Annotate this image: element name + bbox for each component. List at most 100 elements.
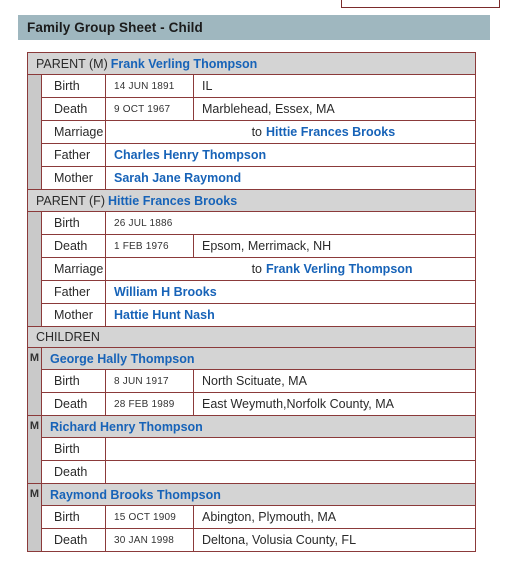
child-name-link[interactable]: Raymond Brooks Thompson bbox=[50, 488, 221, 502]
gutter-cell bbox=[27, 392, 42, 416]
gutter-cell bbox=[27, 143, 42, 167]
family-group-sheet-table: PARENT (M) Frank Verling Thompson Birth 1… bbox=[27, 52, 476, 552]
gutter-cell bbox=[27, 97, 42, 121]
table-row: Birth 15 OCT 1909 Abington, Plymouth, MA bbox=[27, 505, 476, 529]
parent-m-death-label: Death bbox=[41, 97, 106, 121]
table-row: Birth 14 JUN 1891 IL bbox=[27, 74, 476, 98]
parent-m-marriage-label: Marriage bbox=[41, 120, 106, 144]
table-row: Mother Sarah Jane Raymond bbox=[27, 166, 476, 190]
parent-f-death-label: Death bbox=[41, 234, 106, 258]
parent-m-mother-cell: Sarah Jane Raymond bbox=[105, 166, 476, 190]
parent-f-death-date: 1 FEB 1976 bbox=[105, 234, 194, 258]
gutter-cell bbox=[27, 369, 42, 393]
child-death-place: East Weymuth,Norfolk County, MA bbox=[193, 392, 476, 416]
parent-m-mother-link[interactable]: Sarah Jane Raymond bbox=[114, 171, 241, 185]
parent-f-father-label: Father bbox=[41, 280, 106, 304]
child-birth-value bbox=[105, 437, 476, 461]
parent-m-birth-date: 14 JUN 1891 bbox=[105, 74, 194, 98]
parent-f-mother-cell: Hattie Hunt Nash bbox=[105, 303, 476, 327]
child-death-label: Death bbox=[41, 460, 106, 484]
parent-m-father-label: Father bbox=[41, 143, 106, 167]
parent-f-role: PARENT (F) bbox=[36, 193, 105, 208]
parent-m-father-link[interactable]: Charles Henry Thompson bbox=[114, 148, 266, 162]
table-row: Death bbox=[27, 460, 476, 484]
table-row: Death 9 OCT 1967 Marblehead, Essex, MA bbox=[27, 97, 476, 121]
gutter-cell bbox=[27, 166, 42, 190]
children-heading: CHILDREN bbox=[27, 326, 476, 348]
child-name-link[interactable]: Richard Henry Thompson bbox=[50, 420, 203, 434]
child-name-link[interactable]: George Hally Thompson bbox=[50, 352, 194, 366]
table-row: Marriage to Frank Verling Thompson bbox=[27, 257, 476, 281]
gutter-cell bbox=[27, 437, 42, 461]
parent-f-birth-date: 26 JUL 1886 bbox=[105, 211, 476, 235]
table-row: Death 1 FEB 1976 Epsom, Merrimack, NH bbox=[27, 234, 476, 258]
parent-m-mother-label: Mother bbox=[41, 166, 106, 190]
parent-m-name-link[interactable]: Frank Verling Thompson bbox=[111, 57, 258, 71]
child-birth-date: 8 JUN 1917 bbox=[105, 369, 194, 393]
parent-f-header: PARENT (F) Hittie Frances Brooks bbox=[27, 189, 476, 212]
child-death-date: 30 JAN 1998 bbox=[105, 528, 194, 552]
gutter-cell bbox=[27, 460, 42, 484]
gutter-cell bbox=[27, 74, 42, 98]
gutter-cell bbox=[27, 257, 42, 281]
child-death-label: Death bbox=[41, 528, 106, 552]
top-partial-panel bbox=[341, 0, 500, 8]
gutter-cell bbox=[27, 528, 42, 552]
table-row: Birth 8 JUN 1917 North Scituate, MA bbox=[27, 369, 476, 393]
child-birth-place: Abington, Plymouth, MA bbox=[193, 505, 476, 529]
parent-m-birth-place: IL bbox=[193, 74, 476, 98]
table-row: Death 30 JAN 1998 Deltona, Volusia Count… bbox=[27, 528, 476, 552]
parent-f-spouse-link[interactable]: Frank Verling Thompson bbox=[266, 262, 413, 276]
parent-f-name-link[interactable]: Hittie Frances Brooks bbox=[108, 194, 237, 208]
gutter-cell bbox=[27, 234, 42, 258]
table-row: Father William H Brooks bbox=[27, 280, 476, 304]
table-row: Death 28 FEB 1989 East Weymuth,Norfolk C… bbox=[27, 392, 476, 416]
child-header-cell: Raymond Brooks Thompson bbox=[41, 483, 476, 506]
child-header-cell: Richard Henry Thompson bbox=[41, 415, 476, 438]
child-gender-marker: M bbox=[27, 347, 42, 370]
child-header-cell: George Hally Thompson bbox=[41, 347, 476, 370]
page-title: Family Group Sheet - Child bbox=[27, 20, 203, 35]
child-death-date: 28 FEB 1989 bbox=[105, 392, 194, 416]
table-row: Birth 26 JUL 1886 bbox=[27, 211, 476, 235]
child-header-row: M Raymond Brooks Thompson bbox=[27, 483, 476, 506]
parent-m-marriage-cell: to Hittie Frances Brooks bbox=[105, 120, 476, 144]
gutter-cell bbox=[27, 280, 42, 304]
children-heading-row: CHILDREN bbox=[27, 326, 476, 348]
parent-f-death-place: Epsom, Merrimack, NH bbox=[193, 234, 476, 258]
parent-f-mother-link[interactable]: Hattie Hunt Nash bbox=[114, 308, 215, 322]
parent-m-header: PARENT (M) Frank Verling Thompson bbox=[27, 52, 476, 75]
parent-m-death-place: Marblehead, Essex, MA bbox=[193, 97, 476, 121]
gutter-cell bbox=[27, 120, 42, 144]
table-row: Mother Hattie Hunt Nash bbox=[27, 303, 476, 327]
parent-f-marriage-to-label: to bbox=[251, 262, 262, 276]
parent-m-birth-label: Birth bbox=[41, 74, 106, 98]
table-row: Birth bbox=[27, 437, 476, 461]
child-header-row: M George Hally Thompson bbox=[27, 347, 476, 370]
child-death-value bbox=[105, 460, 476, 484]
parent-m-death-date: 9 OCT 1967 bbox=[105, 97, 194, 121]
child-birth-label: Birth bbox=[41, 505, 106, 529]
gutter-cell bbox=[27, 303, 42, 327]
child-birth-date: 15 OCT 1909 bbox=[105, 505, 194, 529]
child-death-place: Deltona, Volusia County, FL bbox=[193, 528, 476, 552]
parent-m-spouse-link[interactable]: Hittie Frances Brooks bbox=[266, 125, 395, 139]
gutter-cell bbox=[27, 211, 42, 235]
table-row: Father Charles Henry Thompson bbox=[27, 143, 476, 167]
child-gender-marker: M bbox=[27, 483, 42, 506]
parent-m-father-cell: Charles Henry Thompson bbox=[105, 143, 476, 167]
table-row: Marriage to Hittie Frances Brooks bbox=[27, 120, 476, 144]
child-birth-label: Birth bbox=[41, 437, 106, 461]
parent-f-father-link[interactable]: William H Brooks bbox=[114, 285, 217, 299]
child-gender-marker: M bbox=[27, 415, 42, 438]
parent-m-marriage-to-label: to bbox=[251, 125, 262, 139]
parent-m-role: PARENT (M) bbox=[36, 56, 108, 71]
child-birth-place: North Scituate, MA bbox=[193, 369, 476, 393]
child-header-row: M Richard Henry Thompson bbox=[27, 415, 476, 438]
gutter-cell bbox=[27, 505, 42, 529]
parent-header-row: PARENT (M) Frank Verling Thompson bbox=[27, 52, 476, 75]
parent-f-birth-label: Birth bbox=[41, 211, 106, 235]
parent-f-marriage-label: Marriage bbox=[41, 257, 106, 281]
parent-f-marriage-cell: to Frank Verling Thompson bbox=[105, 257, 476, 281]
parent-header-row: PARENT (F) Hittie Frances Brooks bbox=[27, 189, 476, 212]
